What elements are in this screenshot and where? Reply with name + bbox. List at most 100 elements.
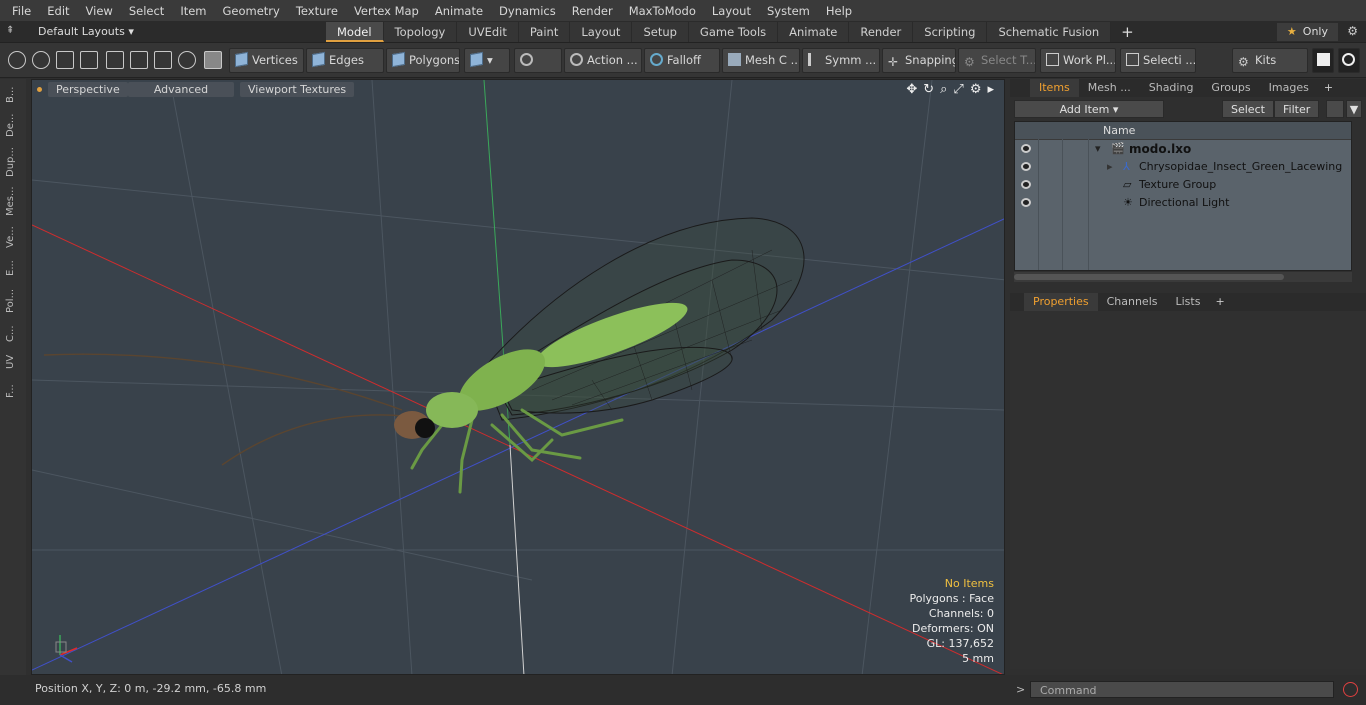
select-button[interactable]: Select xyxy=(1222,100,1274,118)
tree-row[interactable]: ▸ ⅄ Chrysopidae_Insect_Green_Lacewing xyxy=(1015,158,1351,176)
eye-icon[interactable] xyxy=(1021,180,1031,189)
add-properties-tab-icon[interactable]: + xyxy=(1209,293,1230,311)
tab-groups[interactable]: Groups xyxy=(1202,79,1259,97)
menu-help[interactable]: Help xyxy=(818,4,860,18)
menu-system[interactable]: System xyxy=(759,4,818,18)
menu-layout[interactable]: Layout xyxy=(704,4,759,18)
work-plane-button[interactable]: Work Pl... xyxy=(1040,48,1116,73)
add-panel-tab-icon[interactable]: + xyxy=(1318,79,1339,97)
strip-tab-deform[interactable]: De... xyxy=(5,111,21,139)
default-layouts-dropdown[interactable]: Default Layouts ▾ xyxy=(30,24,142,40)
unreal-button[interactable] xyxy=(1338,48,1360,73)
strip-tab-polygon[interactable]: Pol... xyxy=(5,285,21,317)
only-toggle[interactable]: ★ Only xyxy=(1276,23,1338,41)
strip-tab-fusion[interactable]: F... xyxy=(5,377,21,405)
align-icon[interactable] xyxy=(106,51,124,69)
strip-tab-edge[interactable]: E... xyxy=(5,255,21,281)
strip-tab-duplicate[interactable]: Dup... xyxy=(5,145,21,179)
funnel-icon[interactable]: ▼ xyxy=(1346,100,1362,118)
name-column-header[interactable]: Name xyxy=(1103,124,1135,137)
strip-tab-curve[interactable]: C... xyxy=(5,321,21,347)
item-mode-dropdown[interactable]: ▾ xyxy=(464,48,510,73)
menu-item[interactable]: Item xyxy=(172,4,214,18)
menu-file[interactable]: File xyxy=(4,4,39,18)
menu-select[interactable]: Select xyxy=(121,4,172,18)
tab-images[interactable]: Images xyxy=(1260,79,1318,97)
menu-vertex-map[interactable]: Vertex Map xyxy=(346,4,427,18)
tab-game-tools[interactable]: Game Tools xyxy=(688,22,779,42)
strip-tab-mesh[interactable]: Mes... xyxy=(5,183,21,219)
brush-icon[interactable] xyxy=(80,51,98,69)
tab-items[interactable]: Items xyxy=(1030,79,1079,97)
strip-tab-basic[interactable]: B... xyxy=(5,83,21,107)
menu-edit[interactable]: Edit xyxy=(39,4,77,18)
selection-sets-button[interactable]: Selecti ... xyxy=(1120,48,1196,73)
menu-view[interactable]: View xyxy=(78,4,121,18)
pen-icon[interactable] xyxy=(56,51,74,69)
tab-animate[interactable]: Animate xyxy=(778,22,850,42)
3d-viewport[interactable]: Perspective Advanced Viewport Textures ✥… xyxy=(31,79,1005,675)
tab-uvedit[interactable]: UVEdit xyxy=(457,22,519,42)
kits-button[interactable]: ⚙ Kits xyxy=(1232,48,1308,73)
scrollbar-thumb[interactable] xyxy=(1014,274,1284,280)
command-history-icon[interactable]: > xyxy=(1016,683,1025,696)
add-item-button[interactable]: Add Item ▾ xyxy=(1014,100,1164,118)
edges-button[interactable]: Edges xyxy=(306,48,384,73)
symmetry-button[interactable]: Symm ... xyxy=(802,48,880,73)
shield-icon[interactable] xyxy=(204,51,222,69)
tab-model[interactable]: Model xyxy=(326,22,384,42)
tab-topology[interactable]: Topology xyxy=(383,22,458,42)
menu-texture[interactable]: Texture xyxy=(288,4,346,18)
element-icon[interactable] xyxy=(154,51,172,69)
eye-icon[interactable] xyxy=(1021,198,1031,207)
polygons-button[interactable]: Polygons xyxy=(386,48,460,73)
menu-render[interactable]: Render xyxy=(564,4,621,18)
tab-lists[interactable]: Lists xyxy=(1167,293,1210,311)
menu-animate[interactable]: Animate xyxy=(427,4,491,18)
move-view-icon[interactable]: ✥ xyxy=(906,82,917,97)
unity-button[interactable] xyxy=(1312,48,1334,73)
layout-arrows-icon[interactable]: ⇞ xyxy=(6,25,20,39)
pie-icon[interactable] xyxy=(178,51,196,69)
tab-paint[interactable]: Paint xyxy=(518,22,571,42)
tab-shading[interactable]: Shading xyxy=(1140,79,1203,97)
viewport-menu-dot[interactable] xyxy=(37,87,42,92)
tab-channels[interactable]: Channels xyxy=(1098,293,1167,311)
menu-maxtomodo[interactable]: MaxToModo xyxy=(621,4,704,18)
viewport-gear-icon[interactable]: ⚙ xyxy=(970,82,982,97)
gear-icon[interactable]: ⚙ xyxy=(1347,24,1358,38)
globe-icon[interactable] xyxy=(32,51,50,69)
tab-layout[interactable]: Layout xyxy=(570,22,633,42)
advanced-dropdown[interactable]: Advanced xyxy=(128,82,234,97)
collapse-icon[interactable] xyxy=(1326,100,1344,118)
expand-arrow-icon[interactable]: ▾ xyxy=(1095,142,1101,155)
select-through-button[interactable]: ⚙ Select T... xyxy=(958,48,1036,73)
eye-icon[interactable] xyxy=(1021,144,1031,153)
record-macro-icon[interactable] xyxy=(1343,682,1358,697)
eye-icon[interactable] xyxy=(1021,162,1031,171)
rotate-view-icon[interactable]: ↻ xyxy=(923,82,934,97)
tab-scripting[interactable]: Scripting xyxy=(913,22,988,42)
command-input[interactable]: Command xyxy=(1030,681,1334,698)
menu-geometry[interactable]: Geometry xyxy=(215,4,288,18)
select-circle-icon[interactable] xyxy=(8,51,26,69)
action-center-button[interactable]: Action ... xyxy=(564,48,642,73)
item-list-scrollbar[interactable] xyxy=(1014,272,1352,282)
tab-schematic-fusion[interactable]: Schematic Fusion xyxy=(987,22,1112,42)
perspective-dropdown[interactable]: Perspective xyxy=(48,82,128,97)
falloff-button[interactable]: Falloff xyxy=(644,48,720,73)
tab-mesh[interactable]: Mesh ... xyxy=(1079,79,1140,97)
snapping-button[interactable]: ✛ Snapping xyxy=(882,48,956,73)
add-tab-icon[interactable]: + xyxy=(1111,22,1144,42)
zoom-icon[interactable]: ⌕ xyxy=(940,82,947,97)
tab-properties[interactable]: Properties xyxy=(1024,293,1098,311)
mesh-constraints-button[interactable]: Mesh C ... xyxy=(722,48,800,73)
maximize-icon[interactable]: ⤢ xyxy=(953,82,963,97)
tree-row[interactable]: ▾ 🎬 modo.lxo xyxy=(1015,140,1351,158)
tab-setup[interactable]: Setup xyxy=(632,22,689,42)
tab-render[interactable]: Render xyxy=(849,22,914,42)
filter-button[interactable]: Filter xyxy=(1274,100,1320,118)
strip-tab-uv[interactable]: UV xyxy=(5,351,21,373)
tree-row[interactable]: ▱ Texture Group xyxy=(1015,176,1351,194)
strip-tab-vertex[interactable]: Ve... xyxy=(5,223,21,251)
